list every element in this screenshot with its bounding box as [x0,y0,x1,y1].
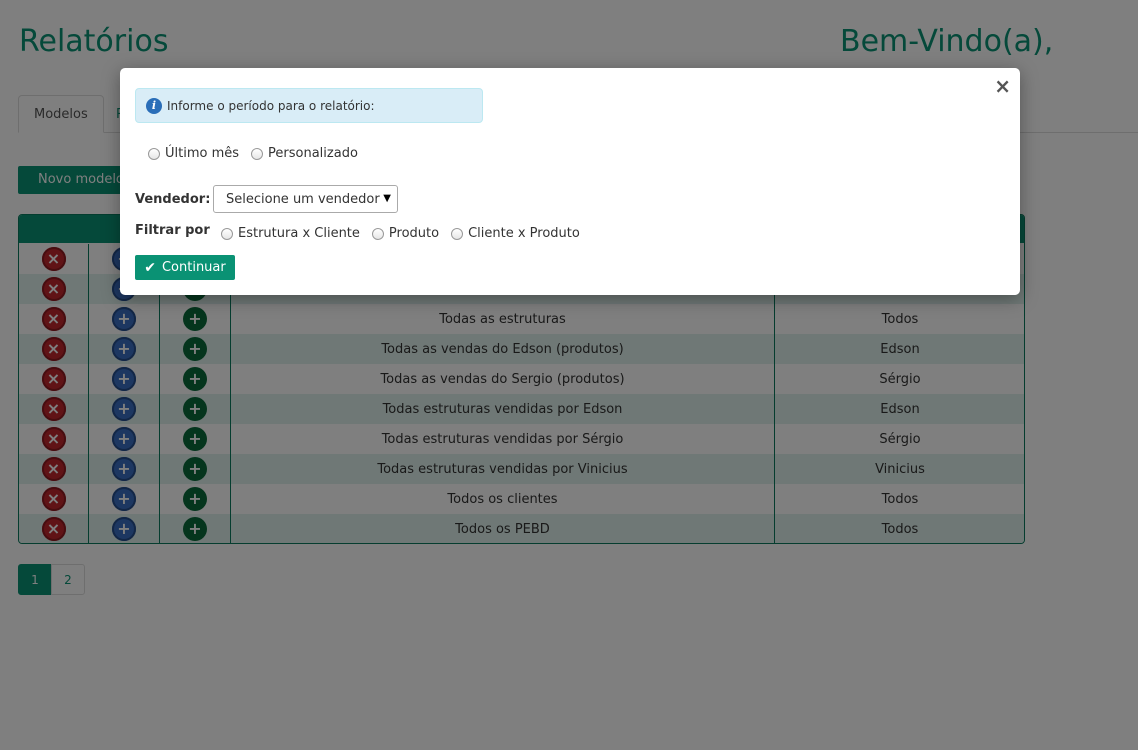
info-icon: i [146,97,162,114]
info-alert: i Informe o período para o relatório: [135,88,483,123]
radio-icon[interactable] [251,147,264,160]
period-option-custom[interactable]: Personalizado [251,146,358,161]
filter-label: Filtrar por [135,223,210,238]
caret-down-icon: ▼ [383,193,391,204]
period-options: Último mês Personalizado [148,146,370,161]
filter-option-label: Estrutura x Cliente [238,226,360,241]
period-option-label: Último mês [165,146,240,161]
radio-icon[interactable] [221,227,233,240]
filter-option-structure-client[interactable]: Estrutura x Cliente [221,226,360,241]
filter-options: Estrutura x Cliente Produto Cliente x Pr… [221,226,592,241]
seller-select[interactable]: Selecione um vendedor ▼ [213,185,398,213]
seller-select-value: Selecione um vendedor [226,192,380,207]
check-icon: ✔ [144,259,156,276]
filter-option-label: Cliente x Produto [468,226,580,241]
filter-option-client-product[interactable]: Cliente x Produto [451,226,580,241]
radio-icon[interactable] [371,227,384,240]
radio-icon[interactable] [148,147,160,160]
info-text: Informe o período para o relatório: [167,98,375,113]
continue-button[interactable]: ✔ Continuar [135,255,235,280]
seller-label: Vendedor: [135,192,211,207]
report-period-modal: × i Informe o período para o relatório: … [120,68,1020,295]
period-option-label: Personalizado [268,146,358,161]
radio-icon[interactable] [451,227,464,240]
close-icon[interactable]: × [994,74,1011,98]
period-option-last-month[interactable]: Último mês [148,146,239,161]
filter-option-label: Produto [388,226,440,241]
filter-option-product[interactable]: Produto [371,226,440,241]
continue-label: Continuar [161,260,226,275]
